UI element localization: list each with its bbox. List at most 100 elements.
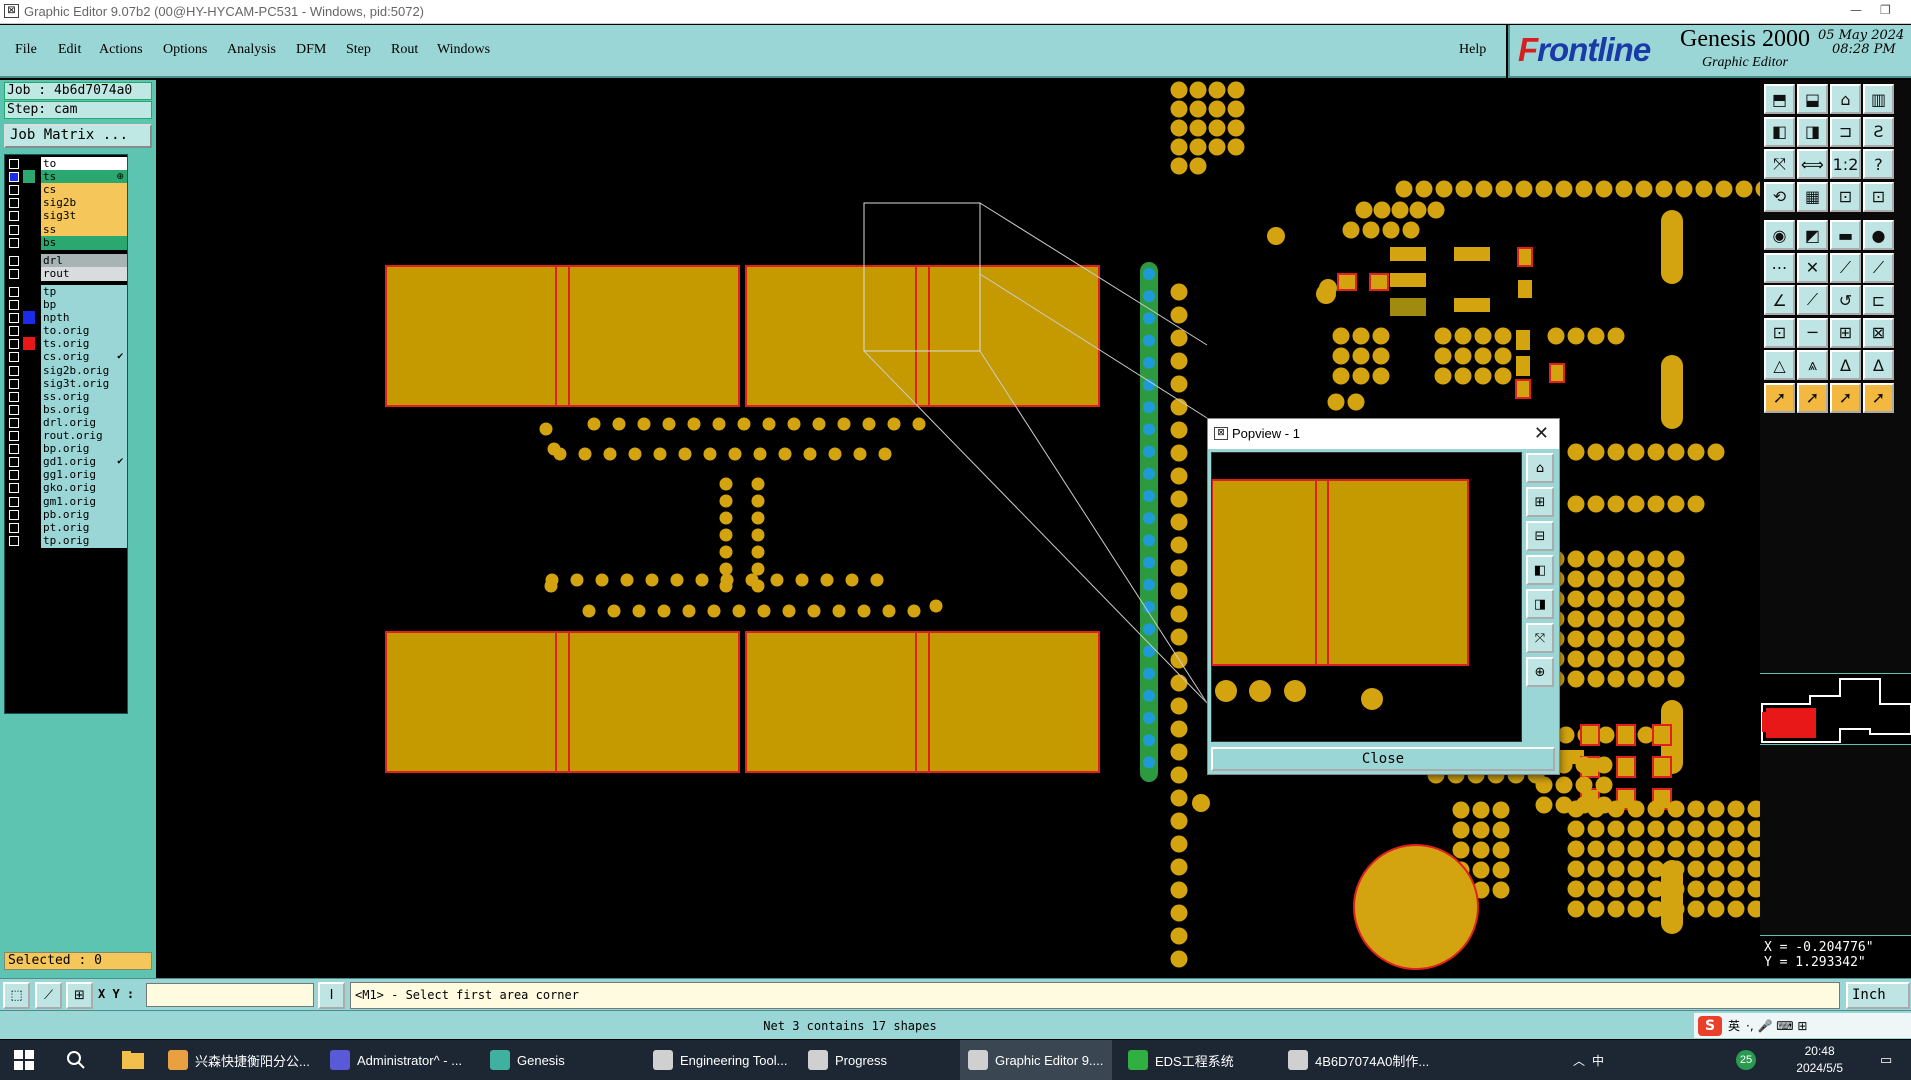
pad-edit-icon[interactable]: ⊡ <box>1764 317 1795 348</box>
layer-checkbox[interactable] <box>9 431 19 441</box>
start-button[interactable] <box>0 1040 50 1080</box>
layer-name[interactable]: drl <box>41 253 127 268</box>
layer-row[interactable]: pb.orig <box>5 507 127 522</box>
delta-alt-icon[interactable]: ∆ <box>1863 350 1894 380</box>
unit-selector[interactable]: Inch <box>1846 982 1910 1009</box>
layer-color-swatch[interactable] <box>23 455 35 470</box>
layer-color-swatch[interactable] <box>23 481 35 496</box>
layer-color-swatch[interactable] <box>23 442 35 457</box>
help-icon[interactable]: ? <box>1863 149 1894 179</box>
layer-name[interactable]: ts ⊕ <box>41 170 127 185</box>
layer-row[interactable]: tp <box>5 284 127 299</box>
layer-checkbox[interactable] <box>9 496 19 507</box>
layer-checkbox[interactable] <box>9 185 19 196</box>
layer-row[interactable]: ts ⊕ <box>5 170 127 185</box>
popview-zoom-in-icon[interactable]: ⊞ <box>1526 487 1554 517</box>
layer-checkbox[interactable] <box>9 159 19 169</box>
popview-fit-icon[interactable]: ⤧ <box>1526 623 1554 653</box>
taskbar-clock[interactable]: 20:48 2024/5/5 <box>1796 1043 1843 1077</box>
measure-alt-icon[interactable]: ⊡ <box>1863 181 1894 212</box>
layer-checkbox[interactable] <box>9 509 19 520</box>
layer-color-swatch[interactable] <box>23 507 35 522</box>
layer-name[interactable]: pt.orig <box>41 520 127 535</box>
angle-icon[interactable]: ∠ <box>1764 285 1795 315</box>
split-view-icon[interactable]: ▥ <box>1863 84 1894 114</box>
layer-checkbox[interactable] <box>9 237 19 248</box>
layer-row[interactable]: bp.orig <box>5 442 127 457</box>
layer-row[interactable]: tp.orig <box>5 533 127 548</box>
layer-name[interactable]: sig3t.orig <box>41 376 127 391</box>
layer-name[interactable]: tp <box>41 284 127 299</box>
net-select-icon[interactable]: ⋯ <box>1764 252 1795 283</box>
layer-color-swatch[interactable] <box>23 324 35 339</box>
menu-edit[interactable]: Edit <box>58 42 81 58</box>
polygon-icon[interactable]: ⩓ <box>1797 350 1828 380</box>
zoom-in-icon[interactable]: ⬓ <box>1797 84 1828 114</box>
layer-color-swatch[interactable] <box>23 196 35 211</box>
layer-color-swatch[interactable] <box>23 183 35 198</box>
layer-checkbox[interactable] <box>9 339 19 350</box>
layer-color-swatch[interactable] <box>23 209 35 224</box>
zoom-ratio-icon[interactable]: 1:2 <box>1830 149 1861 179</box>
menu-file[interactable]: File <box>15 42 37 58</box>
layer-name[interactable]: ss.orig <box>41 389 127 404</box>
minimize-button[interactable]: — <box>1850 3 1862 17</box>
layer-color-swatch[interactable] <box>23 170 35 185</box>
layer-row[interactable]: cs <box>5 183 127 198</box>
layer-color-swatch[interactable] <box>23 222 35 237</box>
layer-row[interactable]: ss.orig <box>5 389 127 404</box>
layer-name[interactable]: sig2b <box>41 196 127 211</box>
layer-name[interactable]: drl.orig <box>41 415 127 430</box>
overview-map[interactable] <box>1760 673 1911 745</box>
taskbar-item[interactable]: 4B6D7074A0制作... <box>1280 1040 1440 1080</box>
layer-row[interactable]: rout <box>5 266 127 281</box>
layer-color-swatch[interactable] <box>23 266 35 281</box>
search-button[interactable] <box>58 1040 98 1080</box>
layer-name[interactable]: rout <box>41 266 127 281</box>
layer-row[interactable]: sig3t.orig <box>5 376 127 391</box>
layer-row[interactable]: ts.orig <box>5 337 127 352</box>
ime-toolbar[interactable]: S 英 ·, 🎤 ⌨ ⊞ <box>1694 1013 1911 1038</box>
layer-name[interactable]: cs <box>41 183 127 198</box>
menu-help[interactable]: Help <box>1459 42 1486 58</box>
layer-row[interactable]: gg1.orig <box>5 468 127 483</box>
layer-checkbox[interactable] <box>9 198 19 209</box>
layer-name[interactable]: bs.orig <box>41 402 127 417</box>
layer-color-swatch[interactable] <box>23 402 35 417</box>
layer-name[interactable]: tp.orig <box>41 533 127 548</box>
layer-name[interactable]: sig2b.orig <box>41 363 127 378</box>
layer-name[interactable]: ts.orig <box>41 337 127 352</box>
system-tray[interactable]: ︿ 中 <box>1565 1040 1625 1080</box>
layer-color-swatch[interactable] <box>23 298 35 312</box>
layer-row[interactable]: sig3t <box>5 209 127 224</box>
layer-name[interactable]: ss <box>41 222 127 237</box>
undo-view-icon[interactable]: ⟲ <box>1764 181 1795 212</box>
layer-color-swatch[interactable] <box>23 389 35 404</box>
layer-row[interactable]: rout.orig <box>5 429 127 443</box>
layer-checkbox[interactable] <box>9 444 19 455</box>
tray-badge[interactable]: 25 <box>1728 1040 1764 1080</box>
popview-pan-left-icon[interactable]: ◧ <box>1526 555 1554 585</box>
zoom-home-icon[interactable]: ⬒ <box>1764 84 1795 114</box>
layer-row[interactable]: bp <box>5 298 127 312</box>
layer-checkbox[interactable] <box>9 172 19 183</box>
layer-row[interactable]: cs.orig ✔ <box>5 350 127 365</box>
line-icon[interactable]: ⟋ <box>1797 285 1828 315</box>
layer-name[interactable]: gm1.orig <box>41 494 127 509</box>
delta-icon[interactable]: ∆ <box>1830 350 1861 380</box>
menu-dfm[interactable]: DFM <box>296 42 326 58</box>
popview-zoom-home-icon[interactable]: ⌂ <box>1526 453 1554 483</box>
menu-windows[interactable]: Windows <box>437 42 490 58</box>
surface-icon[interactable]: ⊏ <box>1863 285 1894 315</box>
layer-name[interactable]: rout.orig <box>41 429 127 443</box>
layer-color-swatch[interactable] <box>23 468 35 483</box>
pointer-icon[interactable]: ➚ <box>1764 382 1795 413</box>
layer-row[interactable]: pt.orig <box>5 520 127 535</box>
layer-name[interactable]: gd1.orig ✔ <box>41 455 127 470</box>
layer-color-swatch[interactable] <box>23 415 35 430</box>
zoom-fit-icon[interactable]: ⟺ <box>1797 149 1828 179</box>
layer-row[interactable]: gko.orig <box>5 481 127 496</box>
layer-name[interactable]: sig3t <box>41 209 127 224</box>
layer-checkbox[interactable] <box>9 391 19 402</box>
layer-checkbox[interactable] <box>9 224 19 235</box>
